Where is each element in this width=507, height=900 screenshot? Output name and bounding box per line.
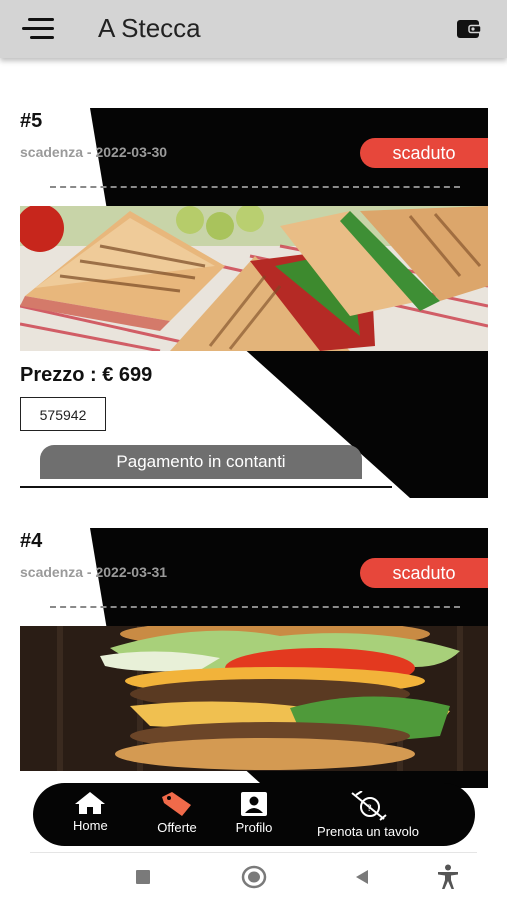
- recent-apps-icon[interactable]: [135, 869, 151, 885]
- nav-label: Profilo: [235, 820, 273, 835]
- offer-code: 575942: [20, 397, 106, 431]
- divider: [30, 852, 477, 853]
- dashed-divider: [50, 606, 460, 608]
- dashed-divider: [50, 186, 460, 188]
- app-bar: A Stecca: [0, 0, 507, 58]
- system-navigation-bar: [0, 852, 507, 900]
- home-icon: [75, 792, 106, 814]
- offer-number: #5: [20, 110, 43, 132]
- nav-offers[interactable]: Offerte: [145, 791, 209, 841]
- back-icon[interactable]: [354, 869, 370, 885]
- profile-icon: [241, 792, 267, 816]
- expiry-date: scadenza - 2022-03-30: [20, 144, 168, 160]
- offers-list[interactable]: #5 scadenza - 2022-03-30 scaduto Prezzo …: [0, 58, 507, 850]
- home-system-icon[interactable]: [241, 865, 267, 889]
- nav-reserve-table[interactable]: ? Prenota un tavolo: [303, 791, 433, 841]
- cash-payment-button[interactable]: Pagamento in contanti: [40, 445, 362, 479]
- bottom-navigation: Home Offerte Profilo ? Prenota un tavolo: [33, 783, 475, 846]
- tag-icon: [162, 792, 191, 816]
- offer-card: #5 scadenza - 2022-03-30 scaduto Prezzo …: [20, 108, 488, 498]
- svg-text:?: ?: [367, 804, 372, 814]
- nav-label: Prenota un tavolo: [317, 824, 419, 839]
- reserve-table-icon: ?: [351, 791, 387, 821]
- offer-image-burger: [20, 626, 488, 771]
- menu-icon[interactable]: [22, 17, 58, 41]
- offer-image-sandwich: [20, 206, 488, 351]
- app-title: A Stecca: [98, 13, 201, 43]
- offer-price: Prezzo : € 699: [20, 364, 153, 386]
- nav-profile[interactable]: Profilo: [226, 791, 282, 841]
- card-underline: [20, 486, 392, 488]
- expiry-date: scadenza - 2022-03-31: [20, 564, 168, 580]
- offer-card: #4 scadenza - 2022-03-31 scaduto: [20, 528, 488, 788]
- status-badge: scaduto: [360, 138, 488, 168]
- nav-label: Home: [73, 818, 108, 833]
- offer-number: #4: [20, 530, 43, 552]
- nav-label: Offerte: [157, 820, 197, 835]
- accessibility-icon[interactable]: [437, 864, 459, 890]
- status-badge: scaduto: [360, 558, 488, 588]
- nav-home[interactable]: Home: [73, 791, 108, 841]
- wallet-icon[interactable]: [456, 17, 482, 41]
